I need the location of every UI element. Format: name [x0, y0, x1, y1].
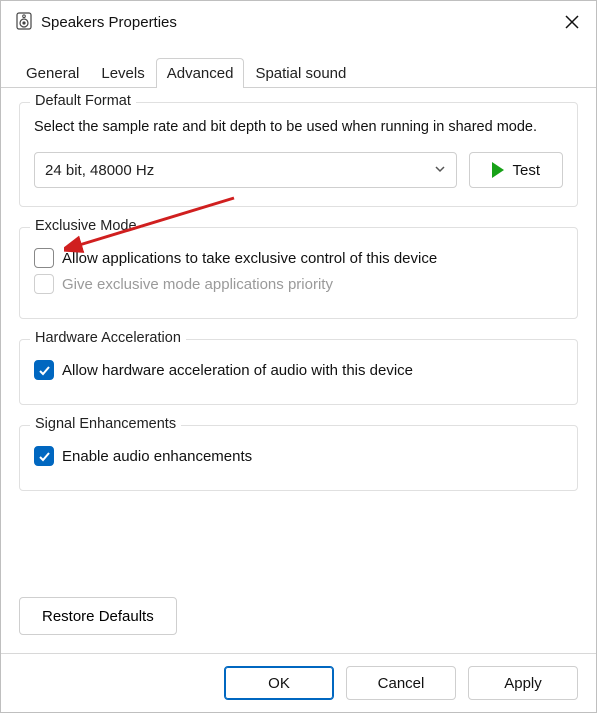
titlebar: Speakers Properties — [1, 1, 596, 43]
group-label-signal: Signal Enhancements — [30, 416, 181, 432]
label-signal-enable: Enable audio enhancements — [62, 448, 252, 465]
close-icon — [565, 15, 579, 29]
group-label-exclusive: Exclusive Mode — [30, 218, 142, 234]
group-hardware-accel: Hardware Acceleration Allow hardware acc… — [19, 339, 578, 405]
row-hardware-allow: Allow hardware acceleration of audio wit… — [34, 360, 563, 380]
group-label-hardware: Hardware Acceleration — [30, 330, 186, 346]
row-signal-enable: Enable audio enhancements — [34, 446, 563, 466]
checkbox-hardware-allow[interactable] — [34, 360, 54, 380]
row-exclusive-priority: Give exclusive mode applications priorit… — [34, 274, 563, 294]
test-button[interactable]: Test — [469, 152, 563, 188]
label-hardware-allow: Allow hardware acceleration of audio wit… — [62, 362, 413, 379]
titlebar-left: Speakers Properties — [15, 12, 177, 33]
group-label-default-format: Default Format — [30, 93, 136, 109]
default-format-hint: Select the sample rate and bit depth to … — [34, 117, 563, 138]
close-button[interactable] — [558, 8, 586, 36]
restore-row: Restore Defaults — [19, 597, 578, 635]
format-selected-text: 24 bit, 48000 Hz — [45, 162, 154, 179]
format-select[interactable]: 24 bit, 48000 Hz — [34, 152, 457, 188]
tab-content: Default Format Select the sample rate an… — [1, 88, 596, 653]
window-title: Speakers Properties — [41, 14, 177, 31]
label-exclusive-priority: Give exclusive mode applications priorit… — [62, 276, 333, 293]
check-icon — [38, 364, 51, 377]
check-icon — [38, 450, 51, 463]
tab-general[interactable]: General — [15, 58, 90, 88]
tab-levels[interactable]: Levels — [90, 58, 155, 88]
group-signal-enhancements: Signal Enhancements Enable audio enhance… — [19, 425, 578, 491]
cancel-button[interactable]: Cancel — [346, 666, 456, 700]
group-exclusive-mode: Exclusive Mode Allow applications to tak… — [19, 227, 578, 319]
test-label: Test — [512, 162, 540, 179]
properties-window: Speakers Properties General Levels Advan… — [0, 0, 597, 713]
tab-advanced[interactable]: Advanced — [156, 58, 245, 88]
group-default-format: Default Format Select the sample rate an… — [19, 102, 578, 207]
ok-button[interactable]: OK — [224, 666, 334, 700]
play-icon — [492, 162, 504, 178]
checkbox-exclusive-priority — [34, 274, 54, 294]
checkbox-exclusive-allow[interactable] — [34, 248, 54, 268]
tab-strip: General Levels Advanced Spatial sound — [1, 57, 596, 88]
row-exclusive-allow: Allow applications to take exclusive con… — [34, 248, 563, 268]
label-exclusive-allow: Allow applications to take exclusive con… — [62, 250, 437, 267]
speaker-icon — [15, 12, 33, 33]
chevron-down-icon — [434, 162, 446, 179]
tab-spatial[interactable]: Spatial sound — [244, 58, 357, 88]
format-row: 24 bit, 48000 Hz Test — [34, 152, 563, 188]
restore-defaults-button[interactable]: Restore Defaults — [19, 597, 177, 635]
checkbox-signal-enable[interactable] — [34, 446, 54, 466]
apply-button[interactable]: Apply — [468, 666, 578, 700]
dialog-footer: OK Cancel Apply — [1, 653, 596, 712]
